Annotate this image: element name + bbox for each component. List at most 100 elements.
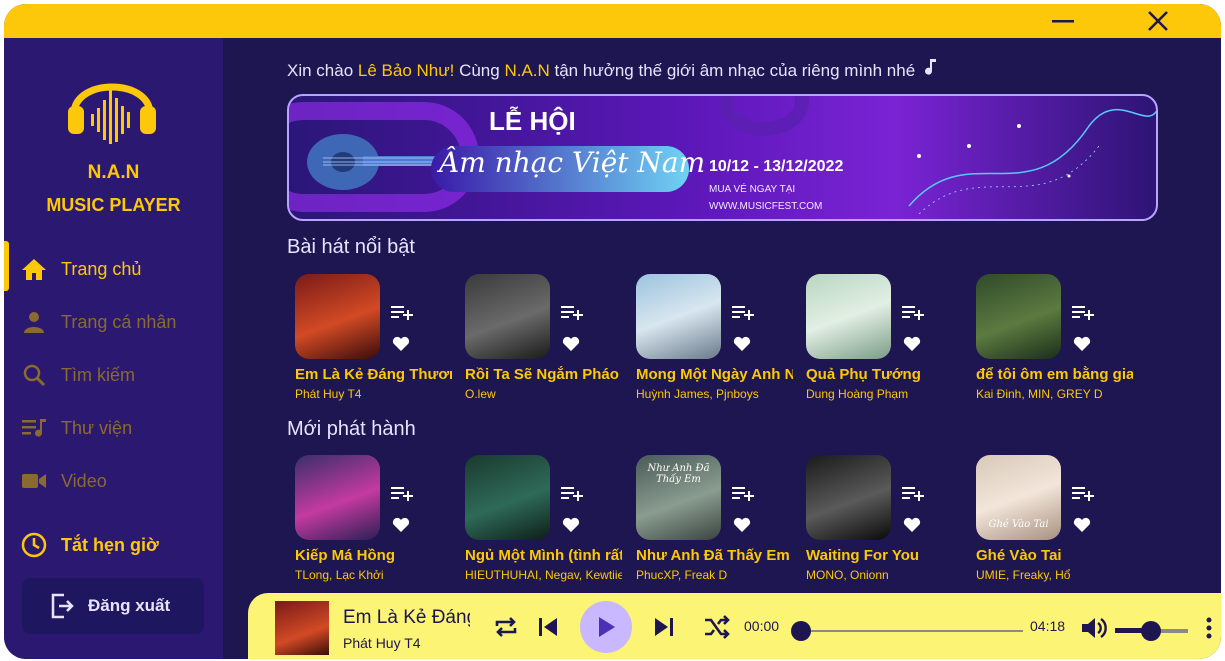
heart-icon[interactable] [392,336,410,352]
add-to-playlist-icon[interactable] [561,304,583,322]
song-title: Như Anh Đã Thấy Em [636,547,790,564]
sidebar-item-search[interactable]: Tìm kiếm [4,353,223,397]
heart-icon[interactable] [392,517,410,533]
add-to-playlist-icon[interactable] [1072,485,1094,503]
song-card[interactable]: Kiếp Má Hồng TLong, Lạc Khởi [287,455,452,585]
sidebar-item-timer[interactable]: Tắt hẹn giờ [4,523,223,567]
heart-icon[interactable] [1073,336,1091,352]
add-to-playlist-icon[interactable] [902,304,924,322]
add-to-playlist-icon[interactable] [391,485,413,503]
heart-icon[interactable] [733,336,751,352]
minimize-icon [1052,20,1074,23]
more-options-button[interactable] [1202,615,1216,641]
user-name: Lê Bảo Như! [357,61,455,80]
sidebar-item-home[interactable]: Trang chủ [4,247,223,291]
heart-icon[interactable] [903,517,921,533]
song-card[interactable]: Ghé Vào Tai Ghé Vào Tai UMIE, Freaky, Hổ [968,455,1133,585]
current-time: 00:00 [744,618,780,634]
song-card[interactable]: Mong Một Ngày Anh Nhớ Đến Em Huỳnh James… [628,274,793,404]
add-to-playlist-icon[interactable] [732,304,754,322]
volume-icon [1082,618,1107,638]
guitar-icon [307,134,449,190]
heart-icon[interactable] [903,336,921,352]
song-artwork [806,455,891,540]
song-artwork [295,274,380,359]
sidebar-item-label: Video [61,470,107,491]
song-artwork [295,455,380,540]
song-artwork: Ghé Vào Tai [976,455,1061,540]
next-button[interactable] [650,613,678,641]
song-artwork [976,274,1061,359]
add-to-playlist-icon[interactable] [732,485,754,503]
library-icon [21,415,47,441]
song-artwork [806,274,891,359]
song-artist: UMIE, Freaky, Hổ [976,568,1071,582]
close-icon [1148,11,1168,31]
sidebar-item-label: Tắt hẹn giờ [61,534,159,555]
song-card[interactable]: Như Anh Đã Thấy Em Như Anh Đã Thấy Em Ph… [628,455,793,585]
song-card[interactable]: Rồi Ta Sẽ Ngắm Pháo Hoa O.lew [457,274,622,404]
player-bar: Em Là Kẻ Đáng Thương Phát Huy T4 00:00 0… [248,593,1221,659]
add-to-playlist-icon[interactable] [902,485,924,503]
greeting-text: Xin chào Lê Bảo Như! Cùng N.A.N tận hưởn… [287,58,938,81]
repeat-icon [495,617,517,637]
add-to-playlist-icon[interactable] [561,485,583,503]
song-artwork [636,274,721,359]
add-to-playlist-icon[interactable] [1072,304,1094,322]
play-button[interactable] [580,601,632,653]
song-artist: TLong, Lạc Khởi [295,568,384,582]
video-icon [21,468,47,494]
progress-track[interactable] [801,630,1023,632]
music-wave-decoration [908,108,1156,215]
skip-previous-icon [539,618,557,636]
close-button[interactable] [1141,8,1175,34]
song-artist: Huỳnh James, Pjnboys [636,387,759,401]
section-title-featured: Bài hát nổi bật [287,236,415,258]
heart-icon[interactable] [562,517,580,533]
title-bar [4,4,1221,38]
banner-title: LỄ HỘI [489,106,576,136]
sidebar-item-video[interactable]: Video [4,459,223,503]
song-artwork [465,274,550,359]
sidebar: N.A.N MUSIC PLAYER Trang chủ Trang cá nh… [4,38,223,659]
song-artist: O.lew [465,387,496,401]
song-card[interactable]: để tôi ôm em bằng giai điệu này Kai Đinh… [968,274,1133,404]
festival-banner[interactable]: LỄ HỘI Âm nhạc Việt Nam 10/12 - 13/12/20… [287,94,1158,221]
heart-icon[interactable] [562,336,580,352]
sidebar-item-label: Thư viện [61,417,133,438]
music-note-icon [924,59,936,75]
heart-icon[interactable] [1073,517,1091,533]
logout-button[interactable]: Đăng xuất [22,578,204,634]
logout-label: Đăng xuất [88,596,171,615]
song-artist: Phát Huy T4 [295,387,362,401]
song-title: Quả Phụ Tướng [806,366,921,383]
minimize-button[interactable] [1046,8,1080,34]
person-icon [21,309,47,335]
progress-handle[interactable] [791,621,811,641]
volume-handle[interactable] [1141,621,1161,641]
sidebar-item-profile[interactable]: Trang cá nhân [4,300,223,344]
song-title: để tôi ôm em bằng giai điệu này [976,366,1133,383]
song-artist: PhucXP, Freak D [636,568,728,582]
song-card[interactable]: Waiting For You MONO, Onionn [798,455,963,585]
previous-button[interactable] [534,613,562,641]
song-card[interactable]: Em Là Kẻ Đáng Thương Phát Huy T4 [287,274,452,404]
repeat-button[interactable] [492,613,520,641]
sidebar-item-label: Trang chủ [61,258,142,279]
shuffle-button[interactable] [702,613,732,641]
sidebar-item-library[interactable]: Thư viện [4,406,223,450]
greeting-brand: N.A.N [504,61,550,80]
sidebar-item-label: Tìm kiếm [61,364,135,385]
song-card[interactable]: Ngủ Một Mình (tình rất tình) HIEUTHUHAI,… [457,455,622,585]
sidebar-item-label: Trang cá nhân [61,311,177,332]
artwork-text: Như Anh Đã Thấy Em [647,463,710,485]
heart-icon[interactable] [733,517,751,533]
now-playing-artist: Phát Huy T4 [343,635,421,651]
song-artist: MONO, Onionn [806,568,889,582]
song-card[interactable]: Quả Phụ Tướng Dung Hoàng Phạm [798,274,963,404]
more-vertical-icon [1206,617,1212,639]
artwork-text: Ghé Vào Tai [988,519,1049,530]
volume-button[interactable] [1080,615,1108,641]
add-to-playlist-icon[interactable] [391,304,413,322]
duration: 04:18 [1030,618,1066,634]
